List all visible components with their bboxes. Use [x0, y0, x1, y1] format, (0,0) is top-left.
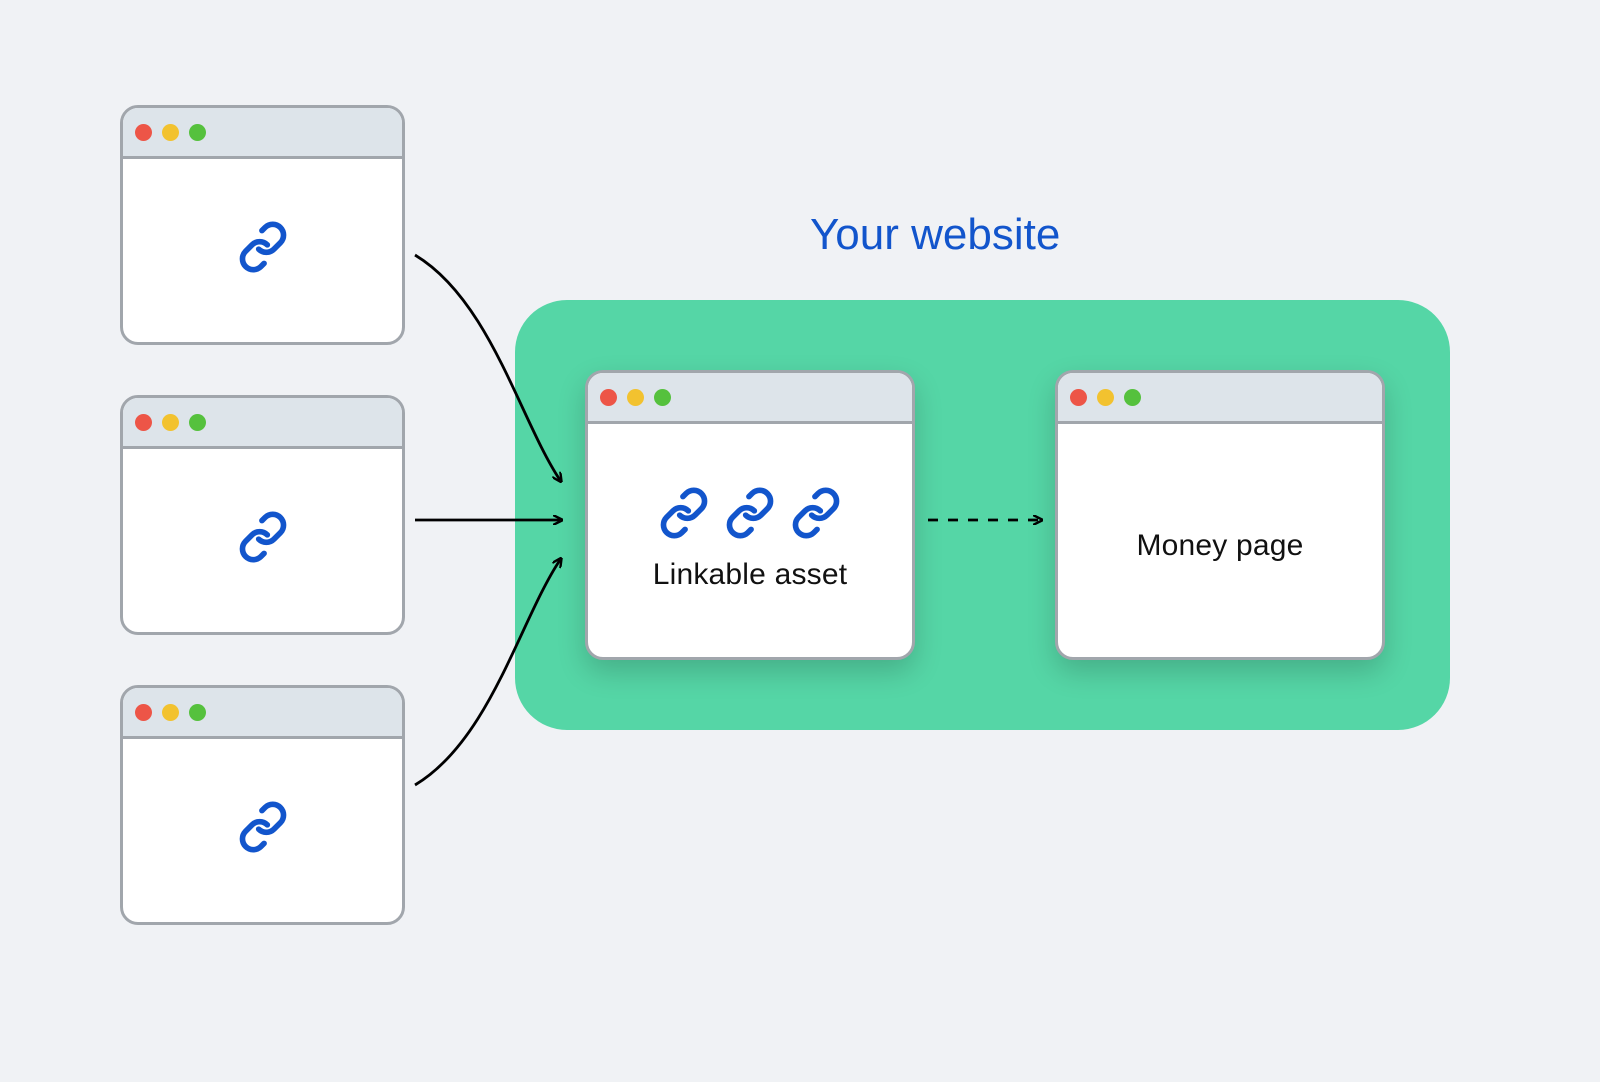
link-icon	[724, 487, 776, 544]
traffic-light-yellow-icon	[162, 704, 179, 721]
traffic-light-red-icon	[1070, 389, 1087, 406]
window-body: Linkable asset	[588, 421, 912, 657]
your-website-heading: Your website	[810, 210, 1060, 260]
money-page-window: Money page	[1055, 370, 1385, 660]
window-titlebar	[588, 373, 912, 424]
money-page-label: Money page	[1136, 529, 1303, 563]
window-body	[123, 156, 402, 342]
window-titlebar	[123, 108, 402, 159]
link-icon	[237, 221, 289, 278]
traffic-light-green-icon	[189, 704, 206, 721]
traffic-light-green-icon	[654, 389, 671, 406]
window-titlebar	[123, 688, 402, 739]
window-titlebar	[1058, 373, 1382, 424]
window-titlebar	[123, 398, 402, 449]
linkable-asset-window: Linkable asset	[585, 370, 915, 660]
link-icon-row	[658, 487, 842, 544]
traffic-light-green-icon	[1124, 389, 1141, 406]
traffic-light-red-icon	[135, 414, 152, 431]
traffic-light-green-icon	[189, 414, 206, 431]
external-site-window	[120, 105, 405, 345]
window-body: Money page	[1058, 421, 1382, 657]
traffic-light-yellow-icon	[162, 414, 179, 431]
window-body	[123, 736, 402, 922]
traffic-light-yellow-icon	[1097, 389, 1114, 406]
linkable-asset-label: Linkable asset	[653, 558, 848, 592]
link-icon	[237, 801, 289, 858]
traffic-light-green-icon	[189, 124, 206, 141]
window-body	[123, 446, 402, 632]
link-icon	[658, 487, 710, 544]
external-site-window	[120, 395, 405, 635]
traffic-light-yellow-icon	[162, 124, 179, 141]
traffic-light-red-icon	[600, 389, 617, 406]
traffic-light-red-icon	[135, 704, 152, 721]
traffic-light-red-icon	[135, 124, 152, 141]
external-site-window	[120, 685, 405, 925]
traffic-light-yellow-icon	[627, 389, 644, 406]
link-icon	[790, 487, 842, 544]
link-icon	[237, 511, 289, 568]
